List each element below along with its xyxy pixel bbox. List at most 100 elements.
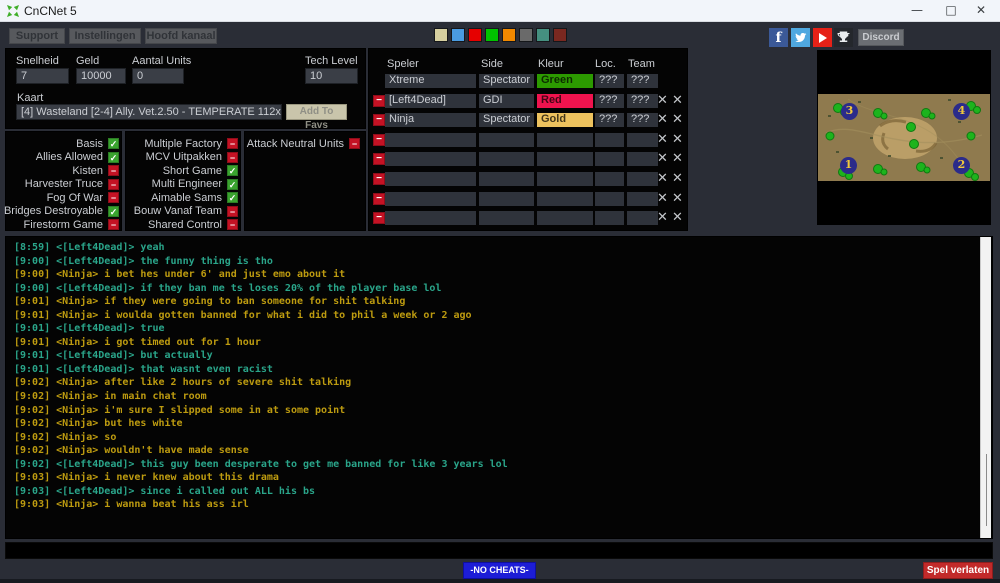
team-select[interactable]: ??? [627, 113, 658, 127]
twitter-icon[interactable] [791, 28, 810, 47]
color-select[interactable] [537, 172, 593, 186]
units-field[interactable]: 0 [132, 68, 184, 84]
team-select[interactable] [627, 192, 658, 206]
checkbox-checked-icon[interactable]: ✓ [108, 152, 119, 163]
tech-level-field[interactable]: 10 [305, 68, 358, 84]
close-icon[interactable]: ✕ [966, 0, 996, 22]
facebook-icon[interactable]: f [769, 28, 788, 47]
kick-icon[interactable]: ✕ [655, 171, 670, 187]
location-select[interactable] [595, 211, 624, 225]
color-select[interactable] [537, 211, 593, 225]
ban-icon[interactable]: ✕ [670, 191, 685, 207]
checkbox-unchecked-icon[interactable]: − [227, 152, 238, 163]
remove-slot-button[interactable]: − [373, 212, 385, 224]
player-name-field[interactable]: [Left4Dead] [385, 94, 476, 108]
remove-slot-button[interactable]: − [373, 153, 385, 165]
location-select[interactable] [595, 192, 624, 206]
side-select[interactable] [479, 152, 534, 166]
team-select[interactable]: ??? [627, 94, 658, 108]
ban-icon[interactable]: ✕ [670, 132, 685, 148]
color-select[interactable]: Gold [537, 113, 593, 127]
player-name-field[interactable] [385, 211, 476, 225]
side-select[interactable]: Spectator [479, 74, 534, 88]
color-select[interactable]: Green [537, 74, 593, 88]
checkbox-checked-icon[interactable]: ✓ [227, 192, 238, 203]
ban-icon[interactable]: ✕ [670, 210, 685, 226]
settings-button[interactable]: Instellingen [69, 28, 141, 44]
leave-game-button[interactable]: Spel verlaten [923, 562, 993, 579]
ban-icon[interactable]: ✕ [670, 171, 685, 187]
chat-scrollbar-thumb[interactable] [986, 454, 987, 526]
player-name-field[interactable]: Ninja [385, 113, 476, 127]
kick-icon[interactable]: ✕ [655, 112, 670, 128]
side-select[interactable]: Spectator [479, 113, 534, 127]
checkbox-unchecked-icon[interactable]: − [227, 219, 238, 230]
checkbox-unchecked-icon[interactable]: − [227, 206, 238, 217]
player-name-field[interactable] [385, 172, 476, 186]
color-swatch[interactable] [553, 28, 567, 42]
team-select[interactable] [627, 133, 658, 147]
main-channel-button[interactable]: Hoofd kanaal [145, 28, 217, 44]
kick-icon[interactable]: ✕ [655, 132, 670, 148]
checkbox-checked-icon[interactable]: ✓ [227, 179, 238, 190]
color-swatch[interactable] [434, 28, 448, 42]
youtube-icon[interactable] [813, 28, 832, 47]
discord-button[interactable]: Discord [858, 29, 904, 46]
player-name-field[interactable] [385, 133, 476, 147]
checkbox-unchecked-icon[interactable]: − [108, 165, 119, 176]
ban-icon[interactable]: ✕ [670, 112, 685, 128]
add-to-favs-button[interactable]: Add To Favs [286, 104, 347, 120]
location-select[interactable]: ??? [595, 94, 624, 108]
player-name-field[interactable]: Xtreme [385, 74, 476, 88]
team-select[interactable] [627, 172, 658, 186]
checkbox-unchecked-icon[interactable]: − [108, 192, 119, 203]
speed-field[interactable]: 7 [16, 68, 69, 84]
ban-icon[interactable]: ✕ [670, 151, 685, 167]
checkbox-checked-icon[interactable]: ✓ [227, 165, 238, 176]
maximize-icon[interactable]: □ [936, 0, 966, 22]
location-select[interactable]: ??? [595, 74, 624, 88]
side-select[interactable] [479, 211, 534, 225]
side-select[interactable] [479, 192, 534, 206]
color-swatch[interactable] [451, 28, 465, 42]
remove-slot-button[interactable]: − [373, 173, 385, 185]
team-select[interactable] [627, 152, 658, 166]
color-swatch[interactable] [502, 28, 516, 42]
remove-slot-button[interactable]: − [373, 193, 385, 205]
team-select[interactable]: ??? [627, 74, 658, 88]
chat-input[interactable] [5, 542, 993, 559]
remove-slot-button[interactable]: − [373, 95, 385, 107]
checkbox-checked-icon[interactable]: ✓ [108, 206, 119, 217]
checkbox-unchecked-icon[interactable]: − [227, 138, 238, 149]
kick-icon[interactable]: ✕ [655, 93, 670, 109]
kick-icon[interactable]: ✕ [655, 151, 670, 167]
location-select[interactable] [595, 172, 624, 186]
location-select[interactable] [595, 152, 624, 166]
minimize-icon[interactable]: — [902, 0, 932, 22]
color-select[interactable] [537, 133, 593, 147]
player-name-field[interactable] [385, 192, 476, 206]
color-swatch[interactable] [468, 28, 482, 42]
ban-icon[interactable]: ✕ [670, 93, 685, 109]
color-select[interactable] [537, 152, 593, 166]
map-name-field[interactable]: [4] Wasteland [2-4] Ally. Vet.2.50 - TEM… [16, 104, 282, 120]
color-swatch[interactable] [485, 28, 499, 42]
color-swatch[interactable] [536, 28, 550, 42]
checkbox-checked-icon[interactable]: ✓ [108, 138, 119, 149]
checkbox-unchecked-icon[interactable]: − [349, 138, 360, 149]
trophy-icon[interactable] [834, 28, 853, 47]
location-select[interactable]: ??? [595, 113, 624, 127]
kick-icon[interactable]: ✕ [655, 191, 670, 207]
remove-slot-button[interactable]: − [373, 114, 385, 126]
side-select[interactable]: GDI [479, 94, 534, 108]
money-field[interactable]: 10000 [76, 68, 126, 84]
team-select[interactable] [627, 211, 658, 225]
player-name-field[interactable] [385, 152, 476, 166]
color-select[interactable] [537, 192, 593, 206]
color-select[interactable]: Red [537, 94, 593, 108]
remove-slot-button[interactable]: − [373, 134, 385, 146]
color-swatch[interactable] [519, 28, 533, 42]
no-cheats-button[interactable]: -NO CHEATS- [463, 562, 536, 579]
checkbox-unchecked-icon[interactable]: − [108, 179, 119, 190]
chat-scrollbar[interactable] [980, 237, 991, 538]
